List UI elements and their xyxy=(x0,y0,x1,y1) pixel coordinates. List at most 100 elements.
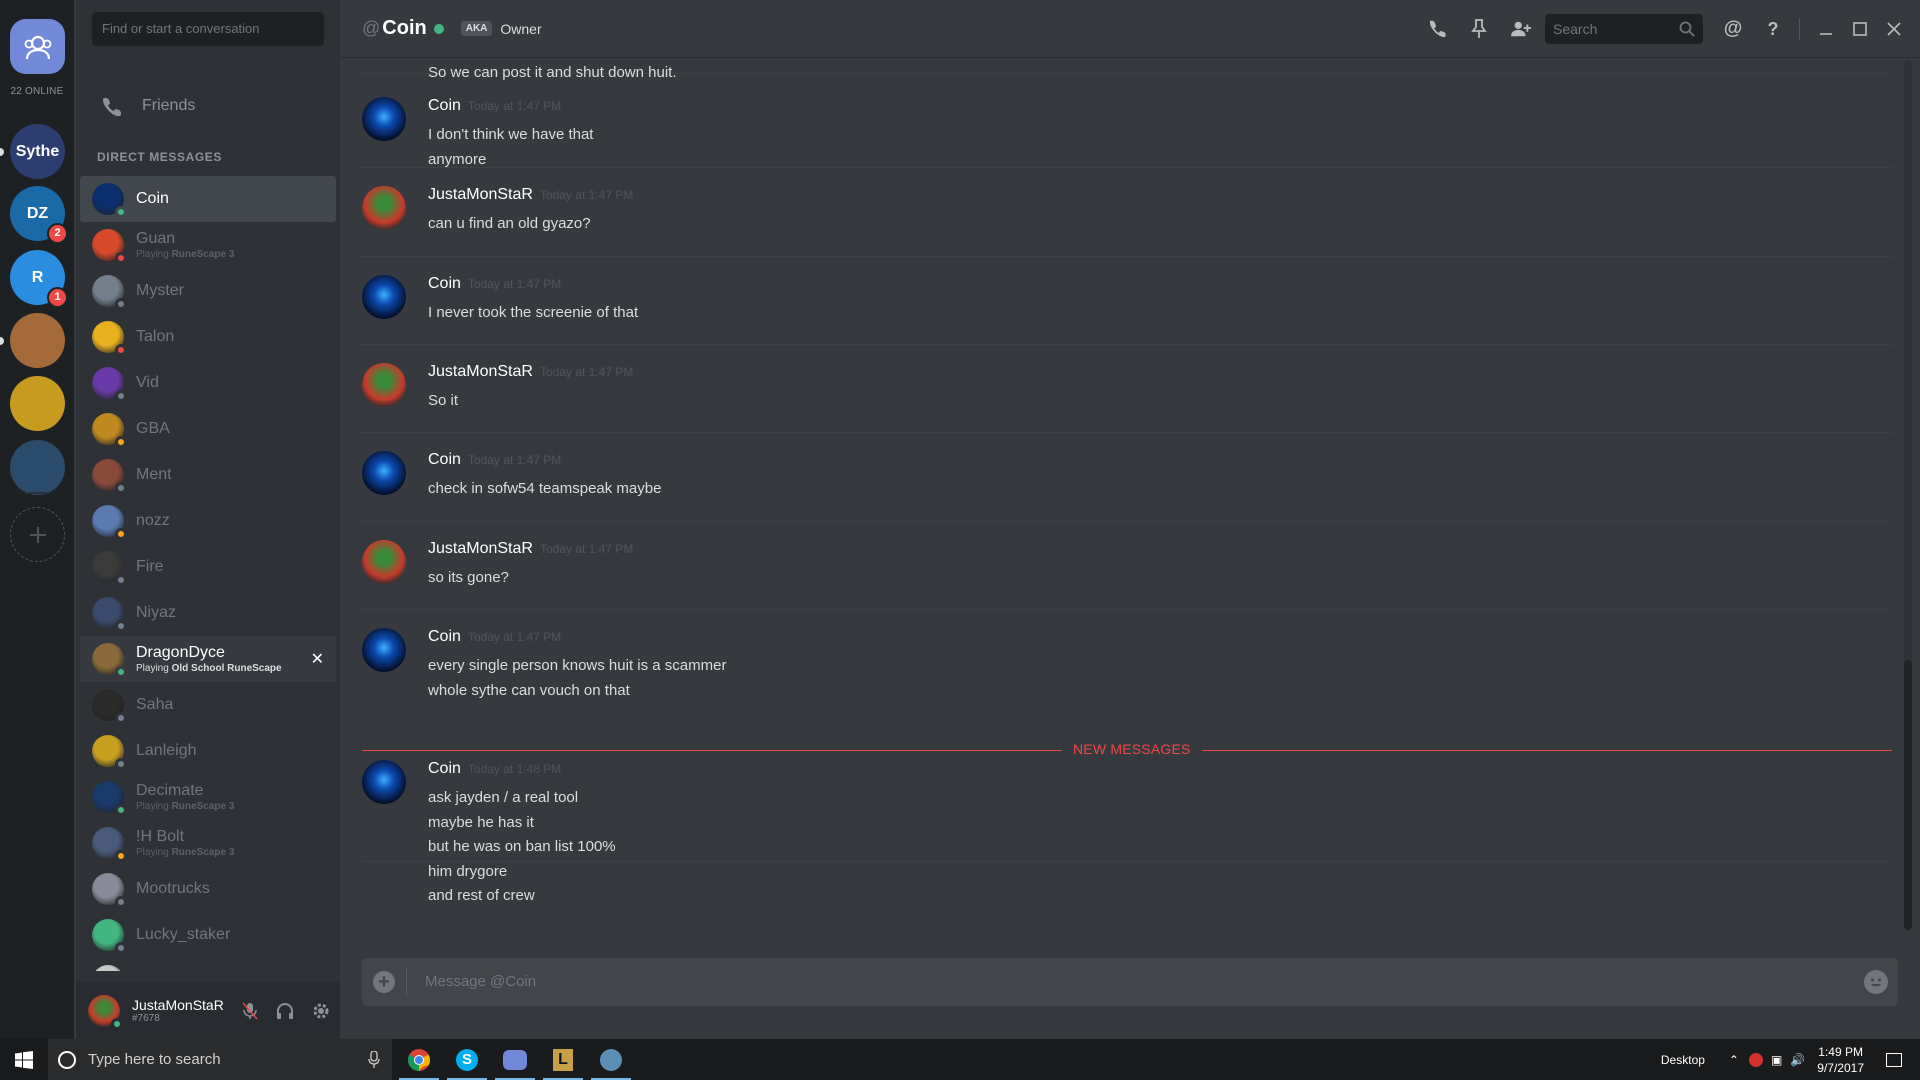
message-group: JustaMonStaR Today at 1:47 PM So it xyxy=(362,345,1892,433)
league-taskbar-icon[interactable]: L xyxy=(539,1039,587,1080)
search-input[interactable]: Search xyxy=(1545,14,1703,44)
dm-item-ment[interactable]: Ment xyxy=(80,452,336,498)
microphone-icon[interactable] xyxy=(368,1051,380,1068)
dm-item-guan[interactable]: Guan Playing RuneScape 3 xyxy=(80,222,336,268)
clock[interactable]: 1:49 PM 9/7/2017 xyxy=(1817,1044,1864,1076)
dm-item-myster[interactable]: Myster xyxy=(80,268,336,314)
dm-avatar xyxy=(92,827,127,862)
mentions-icon[interactable]: @ xyxy=(1723,18,1743,39)
message-avatar[interactable] xyxy=(362,275,406,319)
network-tray-icon[interactable]: ▣ xyxy=(1771,1053,1782,1067)
maximize-icon[interactable] xyxy=(1850,19,1870,39)
message-avatar[interactable] xyxy=(362,628,406,672)
minimize-icon[interactable] xyxy=(1816,19,1836,39)
dm-item-vid[interactable]: Vid xyxy=(80,360,336,406)
message-composer[interactable]: + Message @Coin xyxy=(362,958,1898,1006)
dm-avatar xyxy=(92,275,127,310)
dm-avatar xyxy=(92,873,127,908)
message-author[interactable]: JustaMonStaR xyxy=(428,363,533,381)
antivirus-tray-icon[interactable] xyxy=(1748,1052,1763,1067)
status-indicator xyxy=(115,620,127,632)
activity-game: Old School RuneScape xyxy=(171,663,282,674)
friends-nav-item[interactable]: Friends xyxy=(84,88,332,124)
dm-name: Fire xyxy=(136,558,164,575)
dm-activity: Playing RuneScape 3 xyxy=(136,847,234,858)
message-avatar[interactable] xyxy=(362,760,406,804)
dm-item-nut-moi-[interactable]: Nut Moi... xyxy=(80,958,336,971)
message-author[interactable]: JustaMonStaR xyxy=(428,540,533,558)
dm-item-mootrucks[interactable]: Mootrucks xyxy=(80,866,336,912)
activity-prefix: Playing xyxy=(136,249,172,260)
find-conversation-input[interactable]: Find or start a conversation xyxy=(92,12,324,46)
dm-item-decimate[interactable]: Decimate Playing RuneScape 3 xyxy=(80,774,336,820)
dm-item-lanleigh[interactable]: Lanleigh xyxy=(80,728,336,774)
message-line: maybe he has it xyxy=(428,813,534,831)
settings-gear-icon[interactable] xyxy=(312,1002,330,1020)
message-line: and rest of crew xyxy=(428,887,535,904)
message-group: Coin Today at 1:47 PM I don't think we hav… xyxy=(362,79,1892,168)
status-indicator xyxy=(115,298,127,310)
dm-item-niyaz[interactable]: Niyaz xyxy=(80,590,336,636)
message-author[interactable]: Coin xyxy=(428,451,461,469)
dm-item-saha[interactable]: Saha xyxy=(80,682,336,728)
dm-item-talon[interactable]: Talon xyxy=(80,314,336,360)
close-dm-icon[interactable]: ✕ xyxy=(311,649,324,669)
upload-plus-icon[interactable]: + xyxy=(373,971,395,993)
dm-item--h-bolt[interactable]: !H Bolt Playing RuneScape 3 xyxy=(80,820,336,866)
notifications-icon[interactable] xyxy=(1886,1052,1902,1067)
message-author[interactable]: Coin xyxy=(428,760,461,778)
dm-name: !H Bolt xyxy=(136,828,185,845)
message-input[interactable]: Message @Coin xyxy=(425,958,536,1006)
pin-icon[interactable] xyxy=(1469,19,1489,39)
status-indicator xyxy=(115,344,127,356)
add-server-button[interactable] xyxy=(10,507,65,562)
user-name: JustaMonStaR xyxy=(132,997,224,1013)
server-icon-sythe[interactable]: Sythe xyxy=(10,124,65,179)
composer-separator xyxy=(406,968,407,996)
message-avatar[interactable] xyxy=(362,363,406,407)
channel-name: Coin xyxy=(382,17,427,39)
message-author[interactable]: Coin xyxy=(428,97,461,115)
emoji-icon[interactable] xyxy=(1864,970,1888,994)
message-author[interactable]: JustaMonStaR xyxy=(428,186,533,204)
message-author[interactable]: Coin xyxy=(428,275,461,293)
user-avatar[interactable] xyxy=(88,994,123,1030)
dm-item-gba[interactable]: GBA xyxy=(80,406,336,452)
dm-item-nozz[interactable]: nozz xyxy=(80,498,336,544)
dm-name: Lucky_staker xyxy=(136,926,231,943)
chrome-taskbar-icon[interactable] xyxy=(395,1039,443,1080)
steam-taskbar-icon[interactable] xyxy=(587,1039,635,1080)
new-messages-label: NEW MESSAGES xyxy=(1062,741,1202,757)
dm-item-dragondyce[interactable]: DragonDyce Playing Old School RuneScape ✕ xyxy=(80,636,336,682)
status-indicator xyxy=(115,574,127,586)
call-icon[interactable] xyxy=(1427,19,1447,39)
windows-start-button[interactable] xyxy=(0,1039,48,1080)
message-avatar[interactable] xyxy=(362,97,406,141)
add-friend-icon[interactable] xyxy=(1511,19,1531,39)
mute-icon[interactable] xyxy=(242,1002,258,1020)
skype-taskbar-icon[interactable]: S xyxy=(443,1039,491,1080)
dm-item-lucky-staker[interactable]: Lucky_staker xyxy=(80,912,336,958)
server-icon-coins[interactable] xyxy=(10,376,65,431)
server-icon-desert[interactable] xyxy=(10,313,65,368)
scrollbar-thumb[interactable] xyxy=(1904,660,1912,930)
dm-item-coin[interactable]: Coin xyxy=(80,176,336,222)
home-button[interactable] xyxy=(10,19,65,74)
show-hidden-icons-icon[interactable]: ⌃ xyxy=(1729,1053,1739,1067)
taskbar-search[interactable]: Type here to search xyxy=(48,1039,392,1080)
status-indicator xyxy=(115,942,127,954)
server-icon-rs[interactable] xyxy=(10,440,65,495)
help-icon[interactable]: ? xyxy=(1763,19,1783,39)
friends-home-icon xyxy=(24,35,51,59)
discord-taskbar-icon[interactable] xyxy=(491,1039,539,1080)
dm-name: Guan xyxy=(136,230,176,247)
close-icon[interactable] xyxy=(1884,19,1904,39)
message-author[interactable]: Coin xyxy=(428,628,461,646)
message-avatar[interactable] xyxy=(362,186,406,230)
headphones-icon[interactable] xyxy=(276,1002,294,1020)
desktop-toolbar-label[interactable]: Desktop xyxy=(1661,1053,1705,1067)
volume-tray-icon[interactable]: 🔊 xyxy=(1790,1053,1805,1067)
dm-item-fire[interactable]: Fire xyxy=(80,544,336,590)
message-avatar[interactable] xyxy=(362,540,406,584)
message-avatar[interactable] xyxy=(362,451,406,495)
